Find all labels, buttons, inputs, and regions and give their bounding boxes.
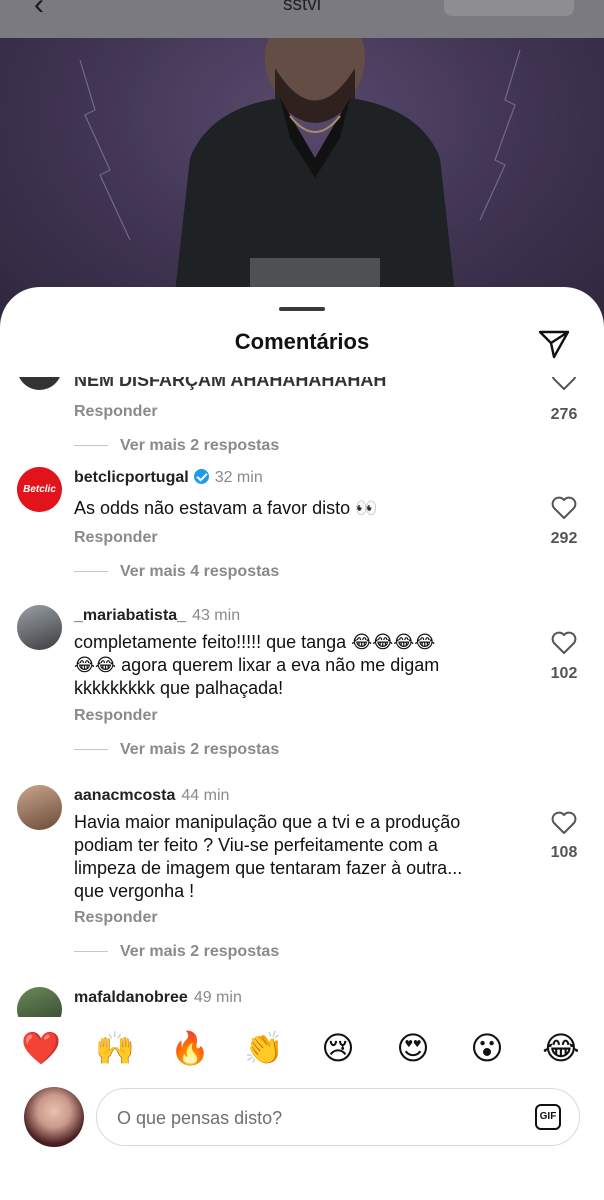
comment-username[interactable]: _mariabatista_ xyxy=(74,607,186,624)
reply-button[interactable]: Responder xyxy=(74,403,158,421)
post-background xyxy=(0,0,604,330)
avatar-logo-text: Betclic xyxy=(23,484,56,495)
comment-username[interactable]: aanacmcosta xyxy=(74,787,175,804)
reply-button[interactable]: Responder xyxy=(74,909,158,927)
comment-time: 44 min xyxy=(181,787,230,804)
clapping-emoji-button[interactable]: 👏 xyxy=(244,1028,284,1068)
laughing-emoji-button[interactable]: 😂 xyxy=(541,1028,581,1068)
comment-header: aanacmcosta 44 min xyxy=(74,787,229,805)
divider-line xyxy=(74,445,108,447)
divider-line xyxy=(74,749,108,751)
view-replies-button[interactable]: Ver mais 2 respostas xyxy=(74,437,279,455)
crying-emoji-button[interactable]: 😢 xyxy=(318,1028,358,1068)
heart-icon[interactable] xyxy=(551,496,577,520)
view-replies-button[interactable]: Ver mais 4 respostas xyxy=(74,563,279,581)
reply-button[interactable]: Responder xyxy=(74,707,158,725)
avatar[interactable] xyxy=(17,605,62,650)
like-count: 102 xyxy=(550,665,578,682)
comment-input-box[interactable]: GIF xyxy=(96,1088,580,1147)
comment-text: As odds não estavam a favor disto 👀 xyxy=(74,498,378,518)
comment-text: completamente feito!!!!! que tanga 😂😂😂😂 … xyxy=(74,632,440,698)
avatar[interactable] xyxy=(17,377,62,390)
comment-username[interactable]: betclicportugal xyxy=(74,469,189,486)
comment-text: NEM DISFARÇAM AHAHAHAHAHAH xyxy=(74,377,387,390)
comment-time: 43 min xyxy=(192,607,241,624)
comment-time: 49 min xyxy=(193,989,242,1006)
avatar[interactable] xyxy=(17,785,62,830)
comment-header: betclicportugal 32 min xyxy=(74,469,263,487)
comment-username[interactable]: mafaldanobree xyxy=(74,989,188,1006)
comments-list[interactable]: NEM DISFARÇAM AHAHAHAHAHAH Responder 276… xyxy=(0,377,604,1017)
sheet-drag-handle[interactable] xyxy=(279,307,325,311)
comment-header: _mariabatista_ 43 min xyxy=(74,607,240,625)
like-count: 108 xyxy=(550,844,578,861)
fire-emoji-button[interactable]: 🔥 xyxy=(170,1028,210,1068)
verified-badge-icon xyxy=(193,469,209,484)
heart-eyes-emoji-button[interactable]: 😍 xyxy=(393,1028,433,1068)
divider-line xyxy=(74,951,108,953)
view-replies-button[interactable]: Ver mais 2 respostas xyxy=(74,943,279,961)
comment-input[interactable] xyxy=(115,1089,499,1147)
heart-icon[interactable] xyxy=(551,377,577,391)
like-count: 292 xyxy=(550,530,578,547)
avatar[interactable] xyxy=(17,987,62,1017)
heart-emoji-button[interactable]: ❤️ xyxy=(21,1028,61,1068)
post-header: ‹ sstvi xyxy=(0,0,604,38)
surprised-emoji-button[interactable]: 😮 xyxy=(467,1028,507,1068)
heart-icon[interactable] xyxy=(551,631,577,655)
send-icon[interactable] xyxy=(536,325,572,361)
follow-button[interactable] xyxy=(444,0,574,16)
divider-line xyxy=(74,571,108,573)
emoji-reaction-bar: ❤️ 🙌 🔥 👏 😢 😍 😮 😂 xyxy=(0,1028,604,1072)
avatar[interactable]: Betclic xyxy=(17,467,62,512)
heart-icon[interactable] xyxy=(551,811,577,835)
sheet-title: Comentários xyxy=(234,329,370,354)
comment-time: 32 min xyxy=(214,469,263,486)
like-count: 276 xyxy=(550,406,578,423)
view-replies-label: Ver mais 2 respostas xyxy=(120,943,280,960)
comment-header: mafaldanobree 49 min xyxy=(74,989,242,1007)
user-avatar[interactable] xyxy=(24,1087,84,1147)
view-replies-button[interactable]: Ver mais 2 respostas xyxy=(74,741,279,759)
view-replies-label: Ver mais 2 respostas xyxy=(120,741,280,758)
view-replies-label: Ver mais 4 respostas xyxy=(120,563,280,580)
reply-button[interactable]: Responder xyxy=(74,529,158,547)
comment-text: Havia maior manipulação que a tvi e a pr… xyxy=(74,812,463,901)
view-replies-label: Ver mais 2 respostas xyxy=(120,437,280,454)
raised-hands-emoji-button[interactable]: 🙌 xyxy=(95,1028,135,1068)
gif-button[interactable]: GIF xyxy=(535,1104,561,1130)
